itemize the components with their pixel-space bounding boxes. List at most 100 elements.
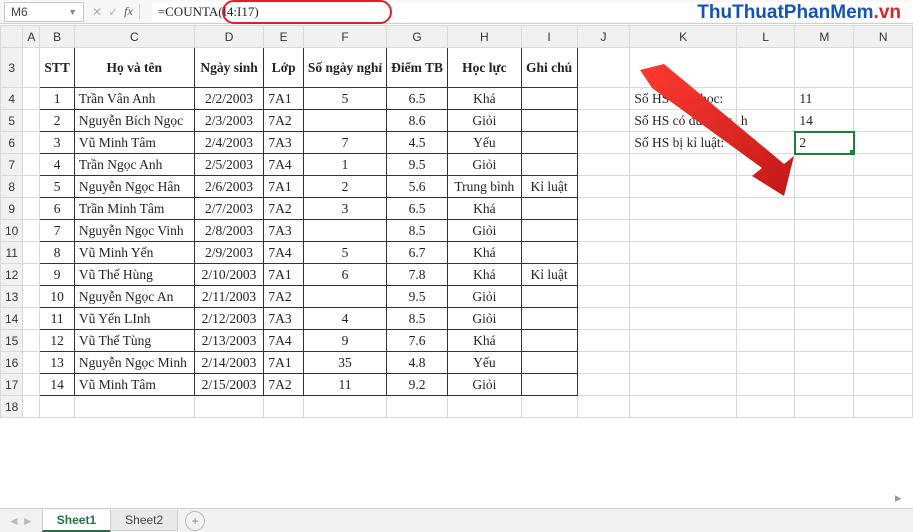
cell-dob[interactable]: 2/3/2003 <box>194 110 264 132</box>
select-all-corner[interactable] <box>1 26 23 48</box>
cell-dob[interactable]: 2/2/2003 <box>194 88 264 110</box>
cell-name[interactable]: Vũ Minh Yến <box>74 242 194 264</box>
cell-name[interactable]: Nguyễn Ngọc Minh <box>74 352 194 374</box>
cell-name[interactable]: Nguyễn Ngọc An <box>74 286 194 308</box>
cell[interactable] <box>736 242 794 264</box>
chevron-down-icon[interactable]: ▼ <box>68 2 77 22</box>
cell[interactable] <box>795 286 854 308</box>
summary-extra[interactable]: h <box>736 110 794 132</box>
col-header[interactable]: F <box>303 26 386 48</box>
cell[interactable] <box>23 220 40 242</box>
cell-avg[interactable]: 4.8 <box>387 352 448 374</box>
cell-avg[interactable]: 6.5 <box>387 88 448 110</box>
cell[interactable] <box>23 308 40 330</box>
cell[interactable] <box>736 374 794 396</box>
cell[interactable] <box>854 264 913 286</box>
row-header[interactable]: 14 <box>1 308 23 330</box>
row-header[interactable]: 5 <box>1 110 23 132</box>
cell[interactable] <box>23 110 40 132</box>
cell[interactable] <box>23 330 40 352</box>
cell[interactable] <box>630 264 737 286</box>
cell-note[interactable] <box>521 286 577 308</box>
table-header-cell[interactable]: Số ngày nghỉ <box>303 48 386 88</box>
cell-rank[interactable]: Giỏi <box>448 220 522 242</box>
cell-days[interactable]: 4 <box>303 308 386 330</box>
cell-dob[interactable]: 2/15/2003 <box>194 374 264 396</box>
cell-rank[interactable]: Giỏi <box>448 286 522 308</box>
cell[interactable] <box>736 48 794 88</box>
cell-class[interactable]: 7A2 <box>264 198 303 220</box>
cell[interactable] <box>23 154 40 176</box>
cell-note[interactable] <box>521 198 577 220</box>
spreadsheet-grid[interactable]: A B C D E F G H I J K L M N 3STTHọ và tê… <box>0 25 913 508</box>
cell-rank[interactable]: Khá <box>448 264 522 286</box>
cell[interactable] <box>736 396 794 418</box>
cell[interactable] <box>854 396 913 418</box>
cell-class[interactable]: 7A4 <box>264 330 303 352</box>
cell-rank[interactable]: Giỏi <box>448 154 522 176</box>
cell[interactable] <box>854 48 913 88</box>
cell-dob[interactable]: 2/8/2003 <box>194 220 264 242</box>
cell[interactable] <box>23 48 40 88</box>
cell[interactable] <box>577 88 630 110</box>
col-header[interactable]: A <box>23 26 40 48</box>
cell[interactable] <box>795 48 854 88</box>
cell[interactable] <box>577 242 630 264</box>
cell-stt[interactable]: 5 <box>40 176 75 198</box>
cell[interactable] <box>577 154 630 176</box>
summary-label[interactable]: Số HS nghỉ học: <box>630 88 737 110</box>
cell-stt[interactable]: 1 <box>40 88 75 110</box>
cell-class[interactable]: 7A3 <box>264 132 303 154</box>
cell[interactable] <box>854 308 913 330</box>
cell[interactable] <box>23 132 40 154</box>
cell-stt[interactable]: 7 <box>40 220 75 242</box>
row-header[interactable]: 11 <box>1 242 23 264</box>
col-header[interactable]: J <box>577 26 630 48</box>
cell-name[interactable]: Trần Vân Anh <box>74 88 194 110</box>
cell[interactable] <box>577 132 630 154</box>
cell-name[interactable]: Trần Minh Tâm <box>74 198 194 220</box>
cancel-formula-icon[interactable]: ✕ <box>92 5 102 19</box>
cell-stt[interactable]: 10 <box>40 286 75 308</box>
name-box[interactable]: M6 ▼ <box>4 2 84 22</box>
cell[interactable] <box>630 286 737 308</box>
cell-note[interactable] <box>521 132 577 154</box>
cell[interactable] <box>795 220 854 242</box>
cell-class[interactable]: 7A1 <box>264 88 303 110</box>
cell[interactable] <box>854 286 913 308</box>
cell[interactable] <box>448 396 522 418</box>
cell[interactable] <box>736 286 794 308</box>
cell-name[interactable]: Vũ Yến LInh <box>74 308 194 330</box>
cell-avg[interactable]: 9.2 <box>387 374 448 396</box>
cell-note[interactable] <box>521 374 577 396</box>
cell-stt[interactable]: 14 <box>40 374 75 396</box>
cell-class[interactable]: 7A2 <box>264 286 303 308</box>
cell-note[interactable]: Kỉ luật <box>521 176 577 198</box>
cell[interactable] <box>854 330 913 352</box>
cell[interactable] <box>630 396 737 418</box>
cell-avg[interactable]: 7.8 <box>387 264 448 286</box>
cell-note[interactable] <box>521 308 577 330</box>
cell[interactable] <box>577 308 630 330</box>
cell-days[interactable] <box>303 110 386 132</box>
cell-class[interactable]: 7A1 <box>264 264 303 286</box>
cell-name[interactable]: Vũ Thế Hùng <box>74 264 194 286</box>
cell[interactable] <box>795 242 854 264</box>
cell[interactable] <box>736 132 794 154</box>
cell[interactable] <box>23 264 40 286</box>
cell-dob[interactable]: 2/13/2003 <box>194 330 264 352</box>
cell[interactable] <box>854 176 913 198</box>
cell[interactable] <box>736 308 794 330</box>
cell[interactable] <box>854 198 913 220</box>
table-header-cell[interactable]: Họ và tên <box>74 48 194 88</box>
cell[interactable] <box>854 374 913 396</box>
cell[interactable] <box>630 352 737 374</box>
cell[interactable] <box>795 176 854 198</box>
col-header[interactable]: I <box>521 26 577 48</box>
table-header-cell[interactable]: Ghi chú <box>521 48 577 88</box>
cell-stt[interactable]: 9 <box>40 264 75 286</box>
table-header-cell[interactable]: STT <box>40 48 75 88</box>
cell[interactable] <box>854 352 913 374</box>
cell-rank[interactable]: Khá <box>448 88 522 110</box>
cell[interactable] <box>264 396 303 418</box>
